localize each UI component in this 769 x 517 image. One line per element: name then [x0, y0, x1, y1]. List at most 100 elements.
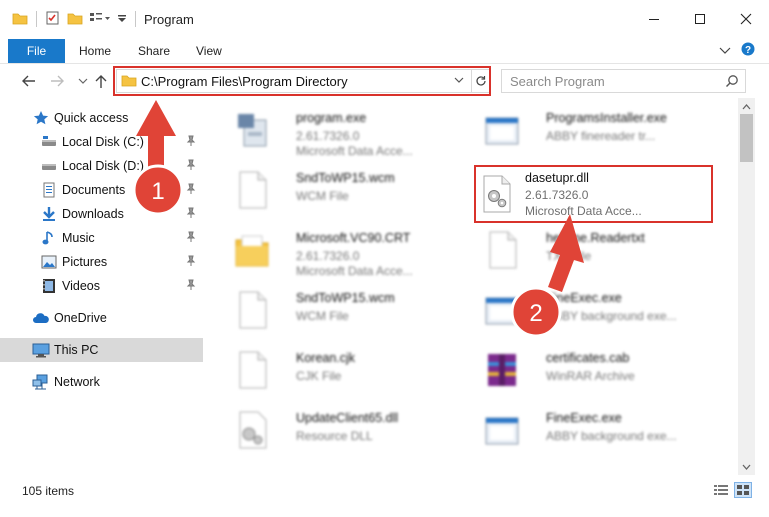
app-icon: [485, 417, 519, 445]
file-name: dasetupr.dll: [525, 171, 589, 185]
status-bar: 105 items: [0, 475, 769, 517]
drive-icon: [40, 157, 58, 175]
search-box[interactable]: Search Program: [501, 69, 746, 93]
file-type: Resource DLL: [296, 429, 373, 443]
tab-home[interactable]: Home: [79, 39, 111, 63]
sidebar-item-label: OneDrive: [54, 311, 107, 325]
close-icon: [740, 13, 752, 25]
expand-ribbon-icon[interactable]: [719, 44, 731, 58]
minimize-button[interactable]: [631, 0, 677, 38]
arrow-up-icon: [548, 214, 584, 292]
list-item[interactable]: FineExec.exe ABBY background exe...: [476, 402, 726, 458]
folder-icon: [12, 11, 28, 28]
file-name: certificates.cab: [546, 351, 630, 365]
scroll-up-icon[interactable]: [742, 100, 751, 114]
pin-icon[interactable]: [186, 255, 196, 270]
archive-icon: [488, 354, 516, 386]
file-name: SndToWP15.wcm: [296, 291, 395, 305]
view-options-icon[interactable]: [89, 11, 111, 28]
scroll-down-icon[interactable]: [742, 460, 751, 474]
exe-icon: [238, 114, 267, 147]
pin-icon[interactable]: [186, 279, 196, 294]
svg-text:?: ?: [745, 45, 751, 56]
minimize-icon: [649, 19, 659, 20]
list-item[interactable]: Korean.cjk CJK File: [226, 342, 476, 398]
list-item[interactable]: program.exe 2.61.7326.0 Microsoft Data A…: [226, 102, 476, 158]
sidebar-item-videos[interactable]: Videos: [0, 274, 203, 298]
vertical-scrollbar[interactable]: [738, 98, 755, 475]
maximize-button[interactable]: [677, 0, 723, 38]
sidebar-item-network[interactable]: Network: [0, 370, 203, 394]
ribbon: File Home Share View ?: [0, 38, 769, 64]
computer-icon: [32, 341, 50, 359]
sidebar-item-label: This PC: [54, 343, 99, 357]
customize-dropdown-icon[interactable]: [117, 11, 127, 28]
large-icons-view-icon[interactable]: [734, 482, 752, 500]
help-icon[interactable]: ?: [741, 42, 755, 59]
new-folder-icon[interactable]: [67, 11, 83, 28]
window-controls: [631, 0, 769, 38]
sidebar-item-music[interactable]: Music: [0, 226, 203, 250]
file-type: WinRAR Archive: [546, 369, 635, 383]
file-name: SndToWP15.wcm: [296, 171, 395, 185]
step-marker-2: 2: [510, 214, 584, 338]
pin-icon[interactable]: [186, 231, 196, 246]
tab-view[interactable]: View: [196, 39, 222, 63]
drive-icon: [40, 133, 58, 151]
pictures-icon: [40, 253, 58, 271]
list-item[interactable]: certificates.cab WinRAR Archive: [476, 342, 726, 398]
marker-number: 1: [151, 178, 164, 205]
quick-access-toolbar: [0, 10, 138, 29]
maximize-icon: [695, 14, 705, 24]
list-item[interactable]: SndToWP15.wcm WCM File: [226, 162, 476, 218]
ribbon-controls: ?: [719, 42, 755, 59]
toolbar-divider: [36, 11, 37, 27]
close-button[interactable]: [723, 0, 769, 38]
up-button[interactable]: [92, 72, 110, 90]
sidebar-item-label: Documents: [62, 183, 126, 197]
properties-icon[interactable]: [45, 10, 61, 29]
tab-share[interactable]: Share: [138, 39, 170, 63]
file-icon: [239, 291, 267, 329]
file-version: 2.61.7326.0: [296, 249, 360, 263]
list-item[interactable]: SndToWP15.wcm WCM File: [226, 282, 476, 338]
item-count: 105 items: [22, 484, 75, 498]
search-input[interactable]: Search Program: [510, 74, 605, 89]
file-name: Korean.cjk: [296, 351, 356, 365]
list-item[interactable]: Microsoft.VC90.CRT 2.61.7326.0 Microsoft…: [226, 222, 476, 278]
music-icon: [40, 229, 58, 247]
file-icon: [239, 171, 267, 209]
file-name: UpdateClient65.dll: [296, 411, 399, 425]
videos-icon: [40, 277, 58, 295]
file-version: 2.61.7326.0: [525, 188, 589, 202]
sidebar-item-label: Downloads: [62, 207, 124, 221]
toolbar-divider: [135, 11, 136, 27]
download-icon: [40, 205, 58, 223]
file-type: CJK File: [296, 369, 342, 383]
sidebar-item-label: Network: [54, 375, 100, 389]
star-icon: [32, 109, 50, 127]
view-toggle: [713, 482, 752, 500]
sidebar-item-pictures[interactable]: Pictures: [0, 250, 203, 274]
sidebar-item-label: Videos: [62, 279, 100, 293]
arrow-up-icon: [95, 75, 107, 88]
step-marker-1: 1: [132, 100, 184, 216]
sidebar-item-onedrive[interactable]: OneDrive: [0, 306, 203, 330]
recent-locations-button[interactable]: [74, 72, 92, 90]
scrollbar-thumb[interactable]: [740, 114, 753, 162]
file-list: program.exe 2.61.7326.0 Microsoft Data A…: [206, 98, 738, 475]
list-item[interactable]: ProgramsInstaller.exe ABBY finereader tr…: [476, 102, 726, 158]
sidebar-item-this-pc[interactable]: This PC: [0, 338, 203, 362]
tab-file[interactable]: File: [8, 39, 65, 63]
file-description: ABBY background exe...: [546, 429, 677, 443]
app-icon: [485, 117, 519, 145]
back-button[interactable]: [20, 72, 38, 90]
list-item[interactable]: UpdateClient65.dll Resource DLL: [226, 402, 476, 458]
marker-number: 2: [529, 300, 542, 327]
chevron-down-icon: [78, 78, 88, 84]
forward-button[interactable]: [48, 72, 66, 90]
details-view-icon[interactable]: [713, 483, 729, 500]
arrow-right-icon: [51, 75, 64, 87]
search-icon[interactable]: [725, 74, 739, 91]
file-type: WCM File: [296, 189, 349, 203]
